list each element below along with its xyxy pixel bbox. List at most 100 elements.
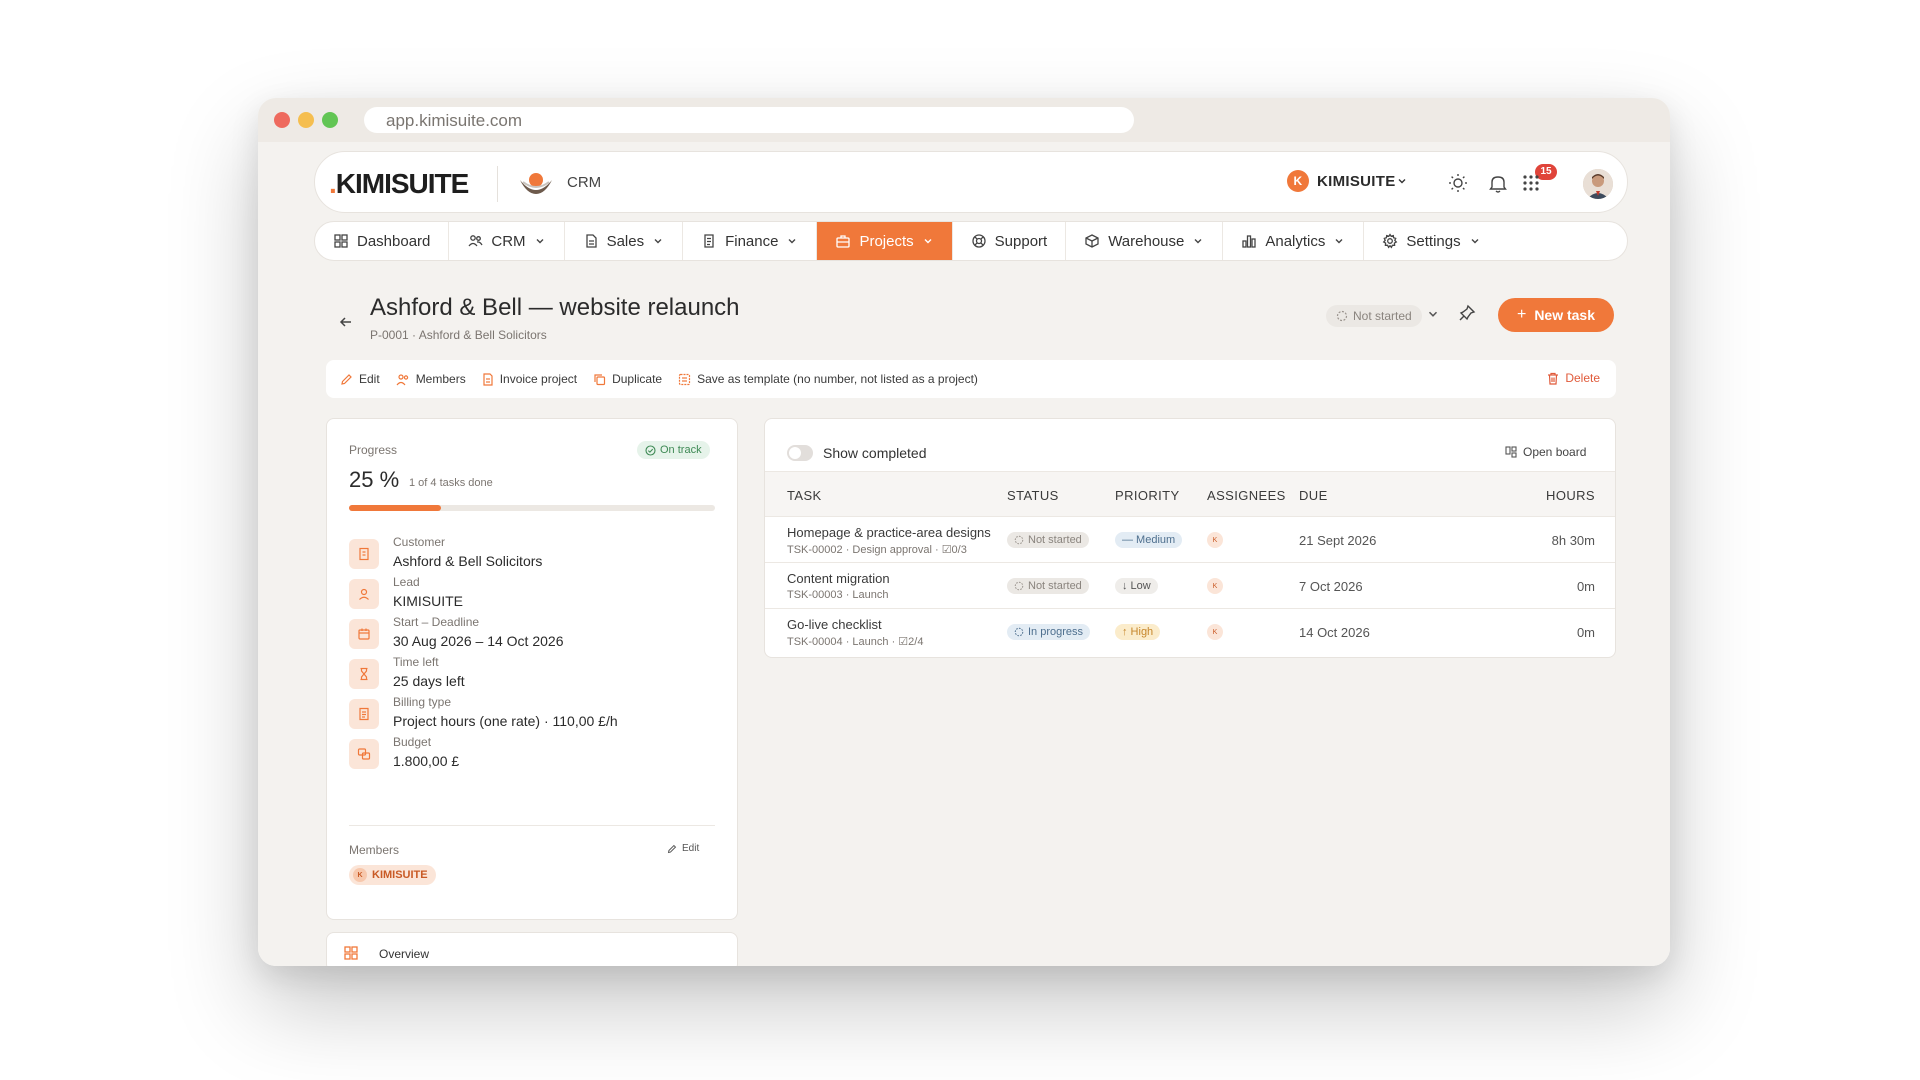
briefcase-icon	[836, 235, 851, 248]
module-label: CRM	[567, 174, 602, 191]
nav-crm[interactable]: CRM	[449, 222, 565, 260]
save-as-template-button[interactable]: Save as template (no number, not listed …	[678, 372, 978, 386]
progress-bar	[349, 505, 715, 511]
assignee-avatar[interactable]: K	[1207, 624, 1223, 640]
user-icon	[349, 579, 379, 609]
members-label: Members	[349, 843, 400, 857]
column-status[interactable]: STATUS	[1007, 488, 1059, 503]
health-badge: On track	[637, 441, 710, 459]
status-badge[interactable]: In progress	[1007, 624, 1091, 640]
project-status-select[interactable]: Not started	[1326, 305, 1422, 327]
column-due[interactable]: DUE	[1299, 488, 1328, 503]
pin-icon[interactable]	[1458, 304, 1476, 322]
column-task[interactable]: TASK	[787, 488, 822, 503]
theme-toggle-sun-icon[interactable]	[1447, 172, 1469, 194]
top-bar: .KIMISUITE CRM K KIMISUITE 15	[314, 151, 1628, 213]
new-task-button[interactable]: + New task	[1498, 298, 1614, 332]
browser-chrome: app.kimisuite.com	[258, 98, 1670, 142]
nav-sales[interactable]: Sales	[565, 222, 684, 260]
coins-icon	[349, 739, 379, 769]
page-subtitle: P-0001 · Ashford & Bell Solicitors	[370, 328, 547, 342]
building-icon	[349, 539, 379, 569]
task-name[interactable]: Go-live checklist	[787, 617, 882, 632]
app-viewport: .KIMISUITE CRM K KIMISUITE 15 Dashboard …	[258, 142, 1670, 966]
bar-chart-icon	[1242, 235, 1257, 248]
kanban-board-icon	[1505, 446, 1517, 458]
table-row[interactable]: Content migration TSK-00003 · Launch Not…	[765, 563, 1615, 609]
table-row[interactable]: Go-live checklist TSK-00004 · Launch · ☑…	[765, 609, 1615, 655]
close-window-button[interactable]	[274, 112, 290, 128]
chevron-down-icon	[788, 239, 796, 244]
company-switcher[interactable]: K KIMISUITE	[1287, 170, 1408, 192]
billing-type-field: Billing type Project hours (one rate) · 1…	[349, 695, 709, 735]
nav-projects[interactable]: Projects	[817, 222, 953, 260]
priority-badge[interactable]: ↓ Low	[1115, 578, 1158, 594]
status-badge[interactable]: Not started	[1007, 578, 1089, 594]
lifebuoy-icon	[972, 234, 986, 248]
nav-settings[interactable]: Settings	[1364, 222, 1498, 260]
priority-badge[interactable]: ↑ High	[1115, 624, 1161, 640]
edit-members-button[interactable]: Edit	[667, 843, 699, 854]
overview-card[interactable]: Overview	[326, 932, 738, 966]
project-summary-card: Progress On track 25 % 1 of 4 tasks done…	[326, 418, 738, 920]
apps-grid-icon[interactable]	[1520, 172, 1542, 194]
task-due-date: 7 Oct 2026	[1299, 579, 1363, 594]
chevron-down-icon	[1335, 239, 1343, 244]
nav-warehouse[interactable]: Warehouse	[1066, 222, 1224, 260]
member-chip[interactable]: K KIMISUITE	[349, 865, 436, 885]
invoice-icon	[483, 372, 493, 386]
address-bar[interactable]: app.kimisuite.com	[364, 107, 1134, 133]
assignee-avatar[interactable]: K	[1207, 578, 1223, 594]
browser-window: app.kimisuite.com .KIMISUITE CRM K KIMIS…	[258, 98, 1670, 966]
priority-badge[interactable]: — Medium	[1115, 532, 1183, 548]
minimize-window-button[interactable]	[298, 112, 314, 128]
column-hours[interactable]: HOURS	[1546, 488, 1595, 503]
task-name[interactable]: Homepage & practice-area designs	[787, 525, 991, 540]
status-badge[interactable]: Not started	[1007, 532, 1089, 548]
hourglass-icon	[349, 659, 379, 689]
bell-icon[interactable]	[1487, 172, 1509, 194]
nav-finance[interactable]: Finance	[683, 222, 818, 260]
company-name: KIMISUITE	[1317, 172, 1396, 190]
customer-field: Customer Ashford & Bell Solicitors	[349, 535, 709, 575]
back-arrow-icon[interactable]	[336, 312, 356, 332]
chevron-down-icon	[654, 239, 662, 244]
delete-button[interactable]: Delete	[1547, 371, 1600, 385]
task-hours: 0m	[1576, 625, 1595, 640]
chevron-down-icon	[1398, 179, 1406, 184]
plus-icon: +	[1516, 306, 1527, 323]
task-name[interactable]: Content migration	[787, 571, 890, 586]
invoice-project-button[interactable]: Invoice project	[482, 372, 577, 386]
receipt-icon	[349, 699, 379, 729]
box-icon	[1085, 234, 1099, 248]
show-completed-toggle[interactable]	[787, 445, 813, 461]
project-actions-bar: Edit Members Invoice project Duplicate S…	[326, 360, 1616, 398]
members-button[interactable]: Members	[396, 372, 466, 386]
nav-support[interactable]: Support	[953, 222, 1067, 260]
user-avatar[interactable]	[1583, 169, 1613, 199]
column-assignees[interactable]: ASSIGNEES	[1207, 488, 1286, 503]
edit-button[interactable]: Edit	[340, 372, 380, 386]
dashed-circle-icon	[1014, 535, 1024, 545]
maximize-window-button[interactable]	[322, 112, 338, 128]
open-board-button[interactable]: Open board	[1505, 445, 1586, 459]
trash-icon	[1548, 372, 1559, 385]
budget-field: Budget 1.800,00 £	[349, 735, 709, 775]
nav-analytics[interactable]: Analytics	[1223, 222, 1365, 260]
task-hours: 0m	[1576, 579, 1595, 594]
table-row[interactable]: Homepage & practice-area designs TSK-000…	[765, 517, 1615, 563]
tasks-card: Show completed Open board TASK STATUS PR…	[764, 418, 1616, 658]
show-completed-label: Show completed	[823, 445, 927, 461]
duplicate-button[interactable]: Duplicate	[593, 372, 662, 386]
pencil-icon	[341, 373, 352, 385]
chevron-down-icon[interactable]	[1426, 307, 1440, 321]
assignee-avatar[interactable]: K	[1207, 532, 1223, 548]
divider	[497, 166, 498, 202]
gear-icon	[1383, 233, 1398, 249]
column-priority[interactable]: PRIORITY	[1115, 488, 1180, 503]
company-avatar: K	[1287, 170, 1309, 192]
copy-icon	[594, 373, 606, 385]
invoice-icon	[704, 234, 714, 248]
nav-dashboard[interactable]: Dashboard	[315, 222, 450, 260]
app-logo[interactable]: .KIMISUITE	[329, 168, 469, 200]
